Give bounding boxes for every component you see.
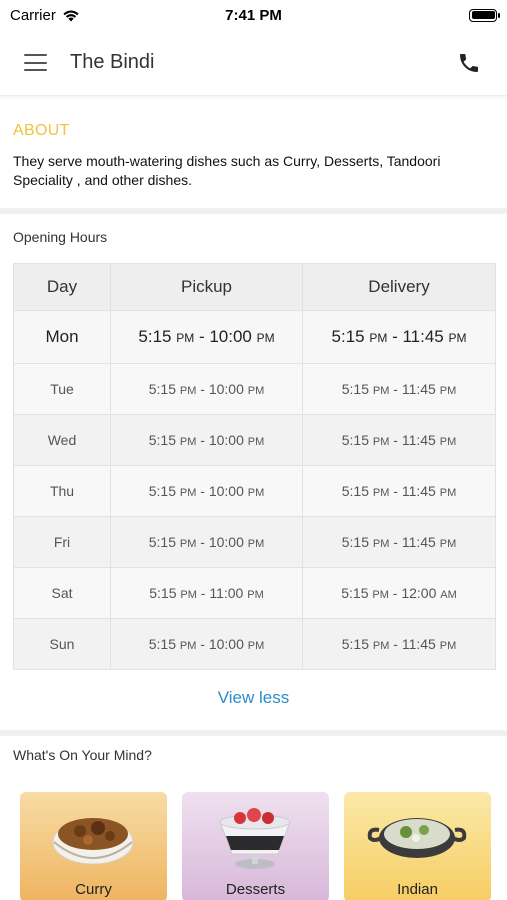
curry-bowl-icon — [52, 818, 134, 865]
table-row-today: Mon 5:15 PM - 10:00 PM 5:15 PM - 11:45 P… — [13, 310, 496, 364]
category-label: Desserts — [225, 881, 286, 898]
dessert-cup-icon — [219, 808, 291, 869]
about-section: ABOUT They serve mouth-watering dishes s… — [0, 104, 507, 208]
opening-hours-section: Opening Hours Day Pickup Delivery Mon 5:… — [0, 214, 507, 730]
table-row: Wed 5:15 PM - 10:00 PM 5:15 PM - 11:45 P… — [13, 414, 496, 466]
delivery-cell: 5:15 PM - 11:45 PM — [302, 363, 496, 415]
table-row: Tue 5:15 PM - 10:00 PM 5:15 PM - 11:45 P… — [13, 363, 496, 415]
about-title: ABOUT — [13, 122, 70, 139]
delivery-cell: 5:15 PM - 11:45 PM — [302, 516, 496, 568]
category-card-indian[interactable]: Indian — [344, 792, 491, 900]
pickup-cell: 5:15 PM - 10:00 PM — [110, 363, 303, 415]
delivery-cell: 5:15 PM - 11:45 PM — [302, 618, 496, 670]
opening-hours-label: Opening Hours — [13, 229, 108, 245]
day-cell: Tue — [13, 363, 111, 415]
kadai-pan-icon — [367, 818, 467, 858]
column-header-delivery: Delivery — [302, 263, 496, 311]
day-cell: Wed — [13, 414, 111, 466]
day-cell: Sun — [13, 618, 111, 670]
category-card-curry[interactable]: Curry — [20, 792, 167, 900]
pickup-cell: 5:15 PM - 10:00 PM — [110, 516, 303, 568]
phone-icon — [460, 53, 478, 72]
day-cell: Sat — [13, 567, 111, 619]
category-list: Curry Desserts Indian — [20, 792, 491, 900]
pickup-cell: 5:15 PM - 11:00 PM — [110, 567, 303, 619]
table-header-row: Day Pickup Delivery — [13, 263, 496, 311]
category-label: Curry — [75, 881, 112, 898]
pickup-cell: 5:15 PM - 10:00 PM — [110, 310, 303, 364]
day-cell: Mon — [13, 310, 111, 364]
category-label: Indian — [397, 881, 438, 898]
table-row: Thu 5:15 PM - 10:00 PM 5:15 PM - 11:45 P… — [13, 465, 496, 517]
column-header-day: Day — [13, 263, 111, 311]
day-cell: Thu — [13, 465, 111, 517]
whats-on-your-mind-section: What's On Your Mind? Curry Desserts Indi… — [0, 736, 507, 900]
pickup-cell: 5:15 PM - 10:00 PM — [110, 618, 303, 670]
opening-hours-table: Day Pickup Delivery Mon 5:15 PM - 10:00 … — [13, 263, 496, 670]
delivery-cell: 5:15 PM - 11:45 PM — [302, 465, 496, 517]
table-row: Fri 5:15 PM - 10:00 PM 5:15 PM - 11:45 P… — [13, 516, 496, 568]
wifi-icon — [63, 10, 79, 21]
category-card-desserts[interactable]: Desserts — [182, 792, 329, 900]
delivery-cell: 5:15 PM - 11:45 PM — [302, 310, 496, 364]
delivery-cell: 5:15 PM - 12:00 AM — [302, 567, 496, 619]
hamburger-menu-icon[interactable] — [24, 54, 47, 71]
day-cell: Fri — [13, 516, 111, 568]
table-row: Sun 5:15 PM - 10:00 PM 5:15 PM - 11:45 P… — [13, 618, 496, 670]
view-less-link[interactable]: View less — [0, 688, 507, 708]
battery-icon — [469, 8, 500, 22]
table-row: Sat 5:15 PM - 11:00 PM 5:15 PM - 12:00 A… — [13, 567, 496, 619]
app-header: The Bindi — [0, 30, 507, 96]
pickup-cell: 5:15 PM - 10:00 PM — [110, 465, 303, 517]
carrier-info: Carrier — [10, 7, 80, 24]
delivery-cell: 5:15 PM - 11:45 PM — [302, 414, 496, 466]
status-bar: Carrier 7:41 PM — [0, 0, 507, 30]
column-header-pickup: Pickup — [110, 263, 303, 311]
pickup-cell: 5:15 PM - 10:00 PM — [110, 414, 303, 466]
whats-on-your-mind-label: What's On Your Mind? — [13, 747, 152, 763]
call-button[interactable] — [455, 49, 483, 77]
page-title: The Bindi — [70, 51, 155, 73]
about-text: They serve mouth-watering dishes such as… — [13, 153, 441, 188]
carrier-label: Carrier — [10, 6, 56, 24]
